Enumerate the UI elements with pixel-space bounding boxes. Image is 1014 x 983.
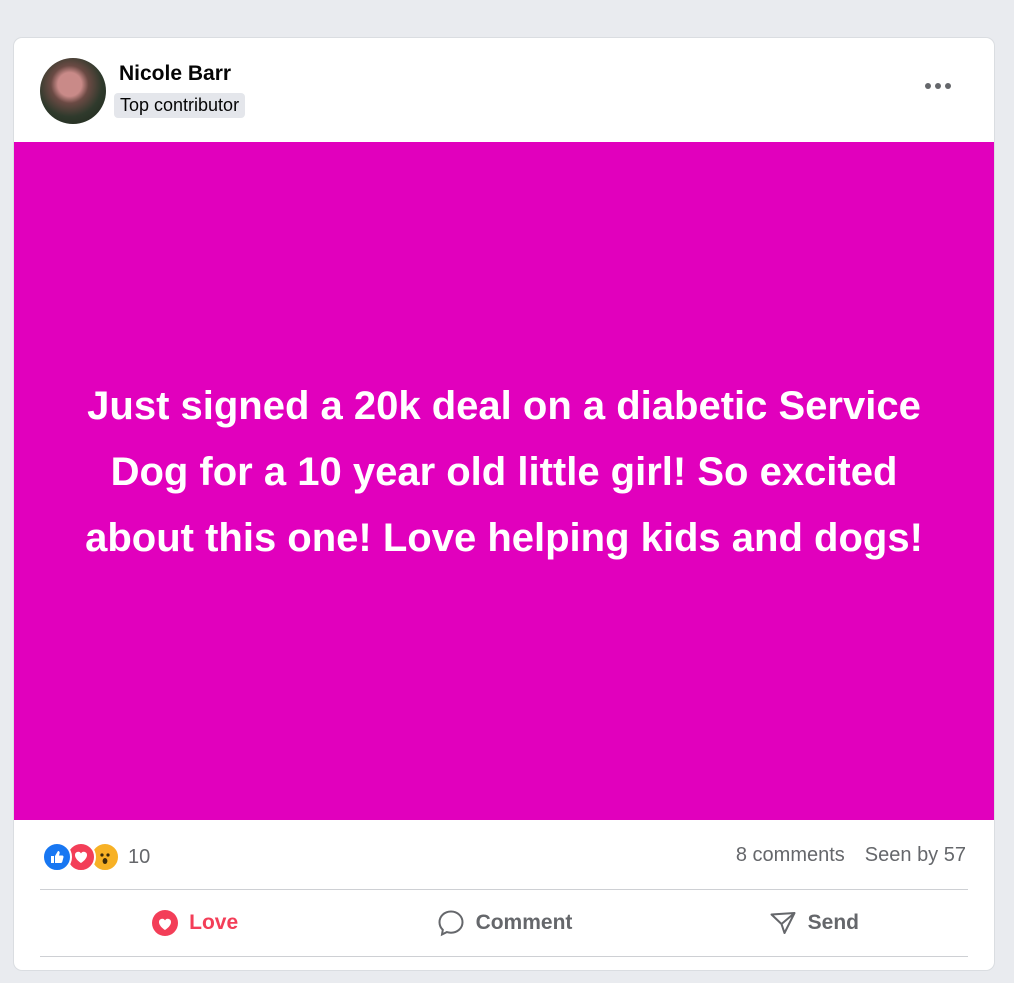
post-text: Just signed a 20k deal on a diabetic Ser…: [85, 384, 923, 560]
love-label: Love: [189, 911, 239, 934]
reactions-summary[interactable]: 10: [42, 842, 150, 872]
send-button[interactable]: Send: [659, 890, 968, 956]
send-label: Send: [807, 911, 859, 934]
more-options-button[interactable]: [918, 74, 958, 98]
post-engagement: 8 comments Seen by 57: [736, 844, 966, 867]
comment-button[interactable]: Comment: [349, 890, 658, 956]
comments-count-link[interactable]: 8 comments: [736, 844, 845, 867]
author-avatar[interactable]: [40, 58, 106, 124]
reaction-count: 10: [128, 845, 151, 868]
love-reaction-icon: [152, 910, 179, 936]
like-icon: [42, 842, 72, 872]
actions-divider: [40, 956, 968, 957]
more-dot-icon: [935, 83, 941, 89]
comment-icon: [438, 910, 464, 937]
action-bar: Love Comment Send: [40, 890, 968, 956]
comment-label: Comment: [475, 911, 573, 934]
more-dot-icon: [945, 83, 951, 89]
love-button[interactable]: Love: [40, 890, 349, 956]
more-dot-icon: [925, 83, 931, 89]
post-background: Just signed a 20k deal on a diabetic Ser…: [14, 142, 994, 820]
seen-by-link[interactable]: Seen by 57: [865, 844, 966, 867]
post-stats: 10 8 comments Seen by 57: [14, 820, 994, 890]
top-contributor-badge: Top contributor: [114, 93, 246, 118]
post-card: Nicole Barr Top contributor Just signed …: [14, 38, 994, 970]
post-header: Nicole Barr Top contributor: [14, 38, 994, 142]
send-icon: [770, 912, 796, 934]
author-name[interactable]: Nicole Barr: [119, 62, 231, 86]
